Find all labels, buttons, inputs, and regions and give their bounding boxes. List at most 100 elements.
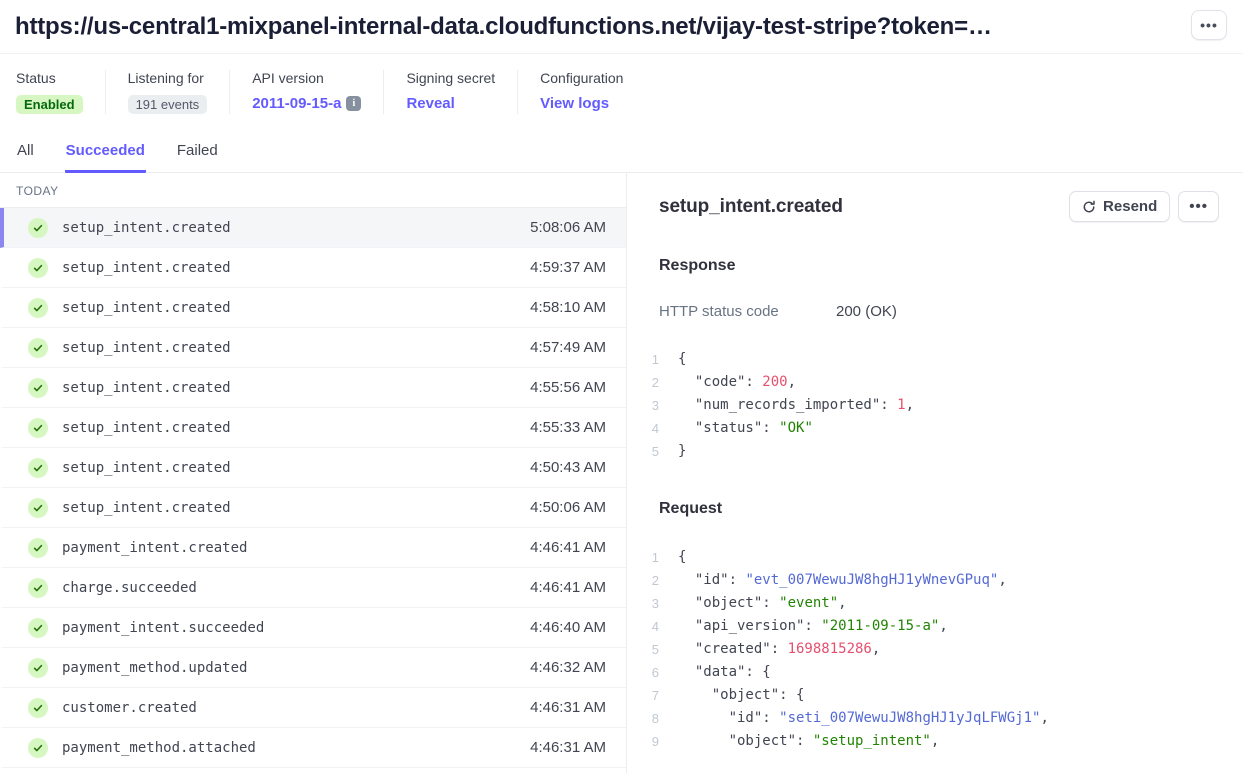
- http-status-row: HTTP status code 200 (OK): [659, 303, 1219, 320]
- line-number: 7: [645, 684, 659, 707]
- configuration-label: Configuration: [540, 70, 623, 86]
- reveal-secret-link[interactable]: Reveal: [406, 95, 454, 112]
- event-time: 5:08:06 AM: [530, 219, 606, 236]
- event-row[interactable]: setup_intent.created 4:57:49 AM: [0, 328, 626, 368]
- event-time: 4:55:33 AM: [530, 419, 606, 436]
- event-row[interactable]: charge.succeeded 4:46:41 AM: [0, 568, 626, 608]
- event-time: 4:50:43 AM: [530, 459, 606, 476]
- event-detail-pane: setup_intent.created Resend ••• Response…: [627, 173, 1243, 773]
- meta-api-version: API version 2011-09-15-a i: [252, 70, 361, 114]
- resend-button[interactable]: Resend: [1069, 191, 1170, 222]
- event-name: setup_intent.created: [62, 220, 231, 236]
- request-code-block: 1{2 "id": "evt_007WewuJW8hgHJ1yWnevGPuq"…: [645, 546, 1219, 753]
- event-time: 4:46:41 AM: [530, 539, 606, 556]
- status-label: Status: [16, 70, 83, 86]
- event-row[interactable]: setup_intent.created4:58:10 AM: [0, 288, 626, 328]
- event-row[interactable]: setup_intent.created 4:55:33 AM: [0, 408, 626, 448]
- event-name: setup_intent.created: [62, 380, 231, 396]
- meta-divider: [517, 70, 518, 114]
- line-number: 2: [645, 371, 659, 394]
- refresh-icon: [1082, 200, 1096, 214]
- tab-succeeded[interactable]: Succeeded: [65, 136, 146, 173]
- line-number: 9: [645, 730, 659, 753]
- event-name: payment_method.attached: [62, 740, 256, 756]
- event-row[interactable]: setup_intent.created 4:50:43 AM: [0, 448, 626, 488]
- events-count-badge[interactable]: 191 events: [128, 95, 208, 114]
- code-line: 5 "created": 1698815286,: [645, 638, 1219, 661]
- tab-failed[interactable]: Failed: [176, 136, 219, 173]
- event-name: setup_intent.created: [62, 340, 231, 356]
- event-time: 4:46:32 AM: [530, 659, 606, 676]
- code-line: 4 "api_version": "2011-09-15-a",: [645, 615, 1219, 638]
- line-number: 3: [645, 592, 659, 615]
- code-line: 1{: [645, 546, 1219, 569]
- event-name: charge.succeeded: [62, 580, 197, 596]
- code-line: 3 "object": "event",: [645, 592, 1219, 615]
- line-number: 5: [645, 440, 659, 463]
- view-logs-link[interactable]: View logs: [540, 95, 609, 112]
- event-time: 4:57:49 AM: [530, 339, 606, 356]
- response-heading: Response: [659, 257, 1219, 275]
- success-check-icon: [28, 538, 48, 558]
- status-badge: Enabled: [16, 95, 83, 114]
- event-name: payment_method.updated: [62, 660, 247, 676]
- event-time: 4:59:37 AM: [530, 259, 606, 276]
- tab-bar: All Succeeded Failed: [0, 132, 1243, 173]
- event-row[interactable]: customer.created4:46:31 AM: [0, 688, 626, 728]
- event-row[interactable]: payment_intent.created4:46:41 AM: [0, 528, 626, 568]
- code-line: 2 "id": "evt_007WewuJW8hgHJ1yWnevGPuq",: [645, 569, 1219, 592]
- event-row[interactable]: setup_intent.created 4:59:37 AM: [0, 248, 626, 288]
- api-version-link[interactable]: 2011-09-15-a: [252, 95, 341, 112]
- event-time: 4:46:40 AM: [530, 619, 606, 636]
- event-row[interactable]: setup_intent.created 4:50:06 AM: [0, 488, 626, 528]
- event-group-header: TODAY: [0, 173, 626, 208]
- success-check-icon: [28, 458, 48, 478]
- code-line: 9 "object": "setup_intent",: [645, 730, 1219, 753]
- success-check-icon: [28, 218, 48, 238]
- code-line: 6 "data": {: [645, 661, 1219, 684]
- meta-status: Status Enabled: [16, 70, 83, 114]
- line-number: 4: [645, 615, 659, 638]
- event-name: customer.created: [62, 700, 197, 716]
- line-number: 8: [645, 707, 659, 730]
- meta-configuration: Configuration View logs: [540, 70, 623, 114]
- listening-label: Listening for: [128, 70, 208, 86]
- detail-overflow-button[interactable]: •••: [1178, 191, 1219, 222]
- header-overflow-button[interactable]: •••: [1191, 10, 1227, 40]
- meta-signing-secret: Signing secret Reveal: [406, 70, 495, 114]
- page-header: https://us-central1-mixpanel-internal-da…: [0, 0, 1243, 54]
- event-row[interactable]: setup_intent.created 5:08:06 AM: [0, 208, 626, 248]
- event-name: setup_intent.created: [62, 420, 231, 436]
- line-number: 3: [645, 394, 659, 417]
- meta-strip: Status Enabled Listening for 191 events …: [0, 54, 1243, 132]
- event-time: 4:50:06 AM: [530, 499, 606, 516]
- code-line: 3 "num_records_imported": 1,: [645, 394, 1219, 417]
- resend-button-label: Resend: [1103, 198, 1157, 215]
- event-time: 4:46:41 AM: [530, 579, 606, 596]
- meta-listening: Listening for 191 events: [128, 70, 208, 114]
- success-check-icon: [28, 578, 48, 598]
- event-row[interactable]: payment_method.attached4:46:31 AM: [0, 728, 626, 768]
- success-check-icon: [28, 298, 48, 318]
- code-line: 5}: [645, 440, 1219, 463]
- event-name: setup_intent.created: [62, 460, 231, 476]
- event-list-pane: TODAY setup_intent.created5:08:06 AMsetu…: [0, 173, 627, 773]
- event-name: setup_intent.created: [62, 500, 231, 516]
- meta-divider: [383, 70, 384, 114]
- event-name: setup_intent.created: [62, 260, 231, 276]
- http-status-label: HTTP status code: [659, 303, 836, 320]
- event-time: 4:55:56 AM: [530, 379, 606, 396]
- event-row[interactable]: payment_method.updated 4:46:32 AM: [0, 648, 626, 688]
- success-check-icon: [28, 338, 48, 358]
- line-number: 1: [645, 348, 659, 371]
- tab-all[interactable]: All: [16, 136, 35, 173]
- event-name: setup_intent.created: [62, 300, 231, 316]
- code-line: 1{: [645, 348, 1219, 371]
- code-line: 7 "object": {: [645, 684, 1219, 707]
- code-line: 8 "id": "seti_007WewuJW8hgHJ1yJqLFWGj1",: [645, 707, 1219, 730]
- response-code-block: 1{2 "code": 200,3 "num_records_imported"…: [645, 348, 1219, 463]
- line-number: 1: [645, 546, 659, 569]
- event-row[interactable]: payment_intent.succeeded4:46:40 AM: [0, 608, 626, 648]
- event-row[interactable]: setup_intent.created 4:55:56 AM: [0, 368, 626, 408]
- code-line: 4 "status": "OK": [645, 417, 1219, 440]
